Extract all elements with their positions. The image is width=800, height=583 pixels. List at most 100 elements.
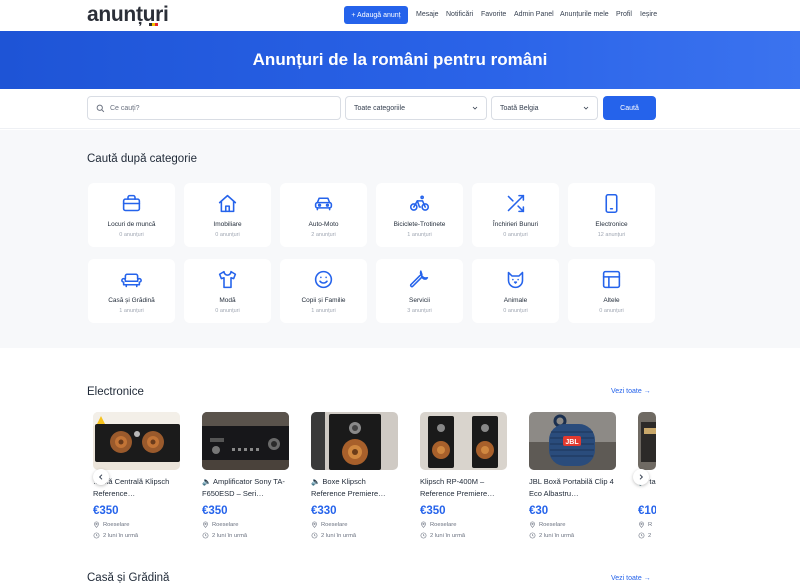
listing-time: 2 luni în urmă <box>311 532 398 539</box>
clock-icon <box>420 532 427 539</box>
listing-image <box>638 412 656 470</box>
chevron-right-icon <box>639 474 644 480</box>
nav-item-logout[interactable]: Ieșire <box>640 11 657 18</box>
category-card-services[interactable]: Servicii 3 anunțuri <box>376 259 463 323</box>
sofa-icon <box>121 273 142 288</box>
listing-card[interactable]: 🔈 Boxe Klipsch Reference Premiere… €330 … <box>311 412 398 539</box>
listing-card[interactable]: 🔈 Amplificator Sony TA-F650ESD – Seri… €… <box>202 412 289 539</box>
nav-item-profile[interactable]: Profil <box>616 11 632 18</box>
category-card-auto[interactable]: Auto-Moto 2 anunțuri <box>280 183 367 247</box>
listing-image <box>202 412 289 470</box>
listing-location: Roeselare <box>93 521 180 528</box>
search-input[interactable]: Ce cauți? <box>87 96 341 120</box>
listing-title: 🔈 Boxe Klipsch Reference Premiere… <box>311 477 386 498</box>
clock-icon <box>202 532 209 539</box>
listing-location-text: Roeselare <box>430 521 457 528</box>
listing-price: €350 <box>420 505 446 517</box>
top-navbar: anunțuri + Adaugă anunț Mesaje Notificăr… <box>0 0 800 31</box>
category-name: Auto-Moto <box>308 221 339 228</box>
home-garden-see-all-link[interactable]: Vezi toate → <box>611 575 651 582</box>
listing-card[interactable]: JBL JBL Boxă Portabilă Clip 4 Eco Albast… <box>529 412 616 539</box>
listing-location-text: R <box>648 521 653 528</box>
chevron-down-icon <box>583 106 589 110</box>
carousel-next-button[interactable] <box>633 469 649 485</box>
category-count: 0 anunțuri <box>599 308 624 314</box>
category-count: 1 anunțuri <box>119 308 144 314</box>
clock-icon <box>93 532 100 539</box>
map-pin-icon <box>94 521 99 528</box>
category-count: 0 anunțuri <box>503 232 528 238</box>
listing-image <box>93 412 180 470</box>
category-name: Casă și Grădină <box>108 297 155 304</box>
add-listing-button[interactable]: + Adaugă anunț <box>344 6 408 24</box>
category-count: 2 anunțuri <box>311 232 336 238</box>
category-section: Caută după categorie Locuri de muncă 0 a… <box>0 130 800 348</box>
listing-time-text: 2 luni în urmă <box>103 532 139 539</box>
category-card-jobs[interactable]: Locuri de muncă 0 anunțuri <box>88 183 175 247</box>
listing-title: JBL Boxă Portabilă Clip 4 Eco Albastru… <box>529 477 614 498</box>
listing-time-text: 2 luni în urmă <box>212 532 248 539</box>
category-card-bikes[interactable]: Biciclete-Trotinete 1 anunțuri <box>376 183 463 247</box>
carousel-prev-button[interactable] <box>93 469 109 485</box>
chevron-down-icon <box>472 106 478 110</box>
listing-image <box>420 412 507 470</box>
car-icon <box>314 197 333 211</box>
nav-item-favorites[interactable]: Favorite <box>481 11 506 18</box>
listing-time-text: 2 luni în urmă <box>321 532 357 539</box>
category-card-rentals[interactable]: Închirieri Bunuri 0 anunțuri <box>472 183 559 247</box>
category-card-electronics[interactable]: Electronice 12 anunțuri <box>568 183 655 247</box>
map-pin-icon <box>312 521 317 528</box>
category-name: Electronice <box>595 221 628 228</box>
flag-icon <box>149 23 158 26</box>
category-card-kids-family[interactable]: Copii și Familie 1 anunțuri <box>280 259 367 323</box>
listing-price: €10 <box>638 505 656 517</box>
category-name: Închirieri Bunuri <box>492 221 539 228</box>
nav-item-my-listings[interactable]: Anunțurile mele <box>560 11 609 18</box>
listing-time-text: 2 <box>648 532 652 539</box>
listing-time-text: 2 luni în urmă <box>539 532 575 539</box>
electronics-see-all-link[interactable]: Vezi toate → <box>611 388 651 395</box>
nav-item-notifications[interactable]: Notificări <box>446 11 473 18</box>
listing-location-text: Roeselare <box>103 521 130 528</box>
map-pin-icon <box>639 521 644 528</box>
grid-icon <box>602 270 621 289</box>
listing-title: 🔈 Amplificator Sony TA-F650ESD – Seri… <box>202 477 285 498</box>
map-pin-icon <box>530 521 535 528</box>
listing-location: R <box>638 521 656 528</box>
category-card-animals[interactable]: Animale 0 anunțuri <box>472 259 559 323</box>
category-card-home-garden[interactable]: Casă și Grădină 1 anunțuri <box>88 259 175 323</box>
listing-card[interactable]: Klipsch RP-400M – Reference Premiere… €3… <box>420 412 507 539</box>
category-card-real-estate[interactable]: Imobiliare 0 anunțuri <box>184 183 271 247</box>
electronics-section-title: Electronice <box>87 386 144 398</box>
category-count: 0 anunțuri <box>503 308 528 314</box>
category-count: 0 anunțuri <box>215 308 240 314</box>
location-select[interactable]: Toată Belgia <box>491 96 598 120</box>
category-select-value: Toate categoriile <box>354 104 405 112</box>
listing-location: Roeselare <box>420 521 507 528</box>
cat-icon <box>507 271 524 289</box>
home-garden-section-title: Casă și Grădină <box>87 572 170 583</box>
listing-price: €30 <box>529 505 549 517</box>
map-pin-icon <box>421 521 426 528</box>
clock-icon <box>311 532 318 539</box>
listing-image: JBL <box>529 412 616 470</box>
category-section-title: Caută după categorie <box>87 153 197 165</box>
tshirt-icon <box>218 270 237 289</box>
search-bar: Ce cauți? Toate categoriile Toată Belgia… <box>0 89 800 129</box>
location-select-value: Toată Belgia <box>500 104 539 112</box>
search-button[interactable]: Caută <box>603 96 656 120</box>
category-name: Locuri de muncă <box>107 221 156 228</box>
category-card-fashion[interactable]: Modă 0 anunțuri <box>184 259 271 323</box>
category-name: Servicii <box>409 297 430 304</box>
shuffle-icon <box>507 194 525 213</box>
listing-price: €350 <box>93 505 119 517</box>
category-name: Imobiliare <box>213 221 242 228</box>
category-select[interactable]: Toate categoriile <box>345 96 487 120</box>
nav-item-messages[interactable]: Mesaje <box>416 11 439 18</box>
listing-location-text: Roeselare <box>321 521 348 528</box>
listing-time: 2 luni în urmă <box>93 532 180 539</box>
listing-location: Roeselare <box>202 521 289 528</box>
category-card-other[interactable]: Altele 0 anunțuri <box>568 259 655 323</box>
nav-item-admin[interactable]: Admin Panel <box>514 11 554 18</box>
listing-time-text: 2 luni în urmă <box>430 532 466 539</box>
